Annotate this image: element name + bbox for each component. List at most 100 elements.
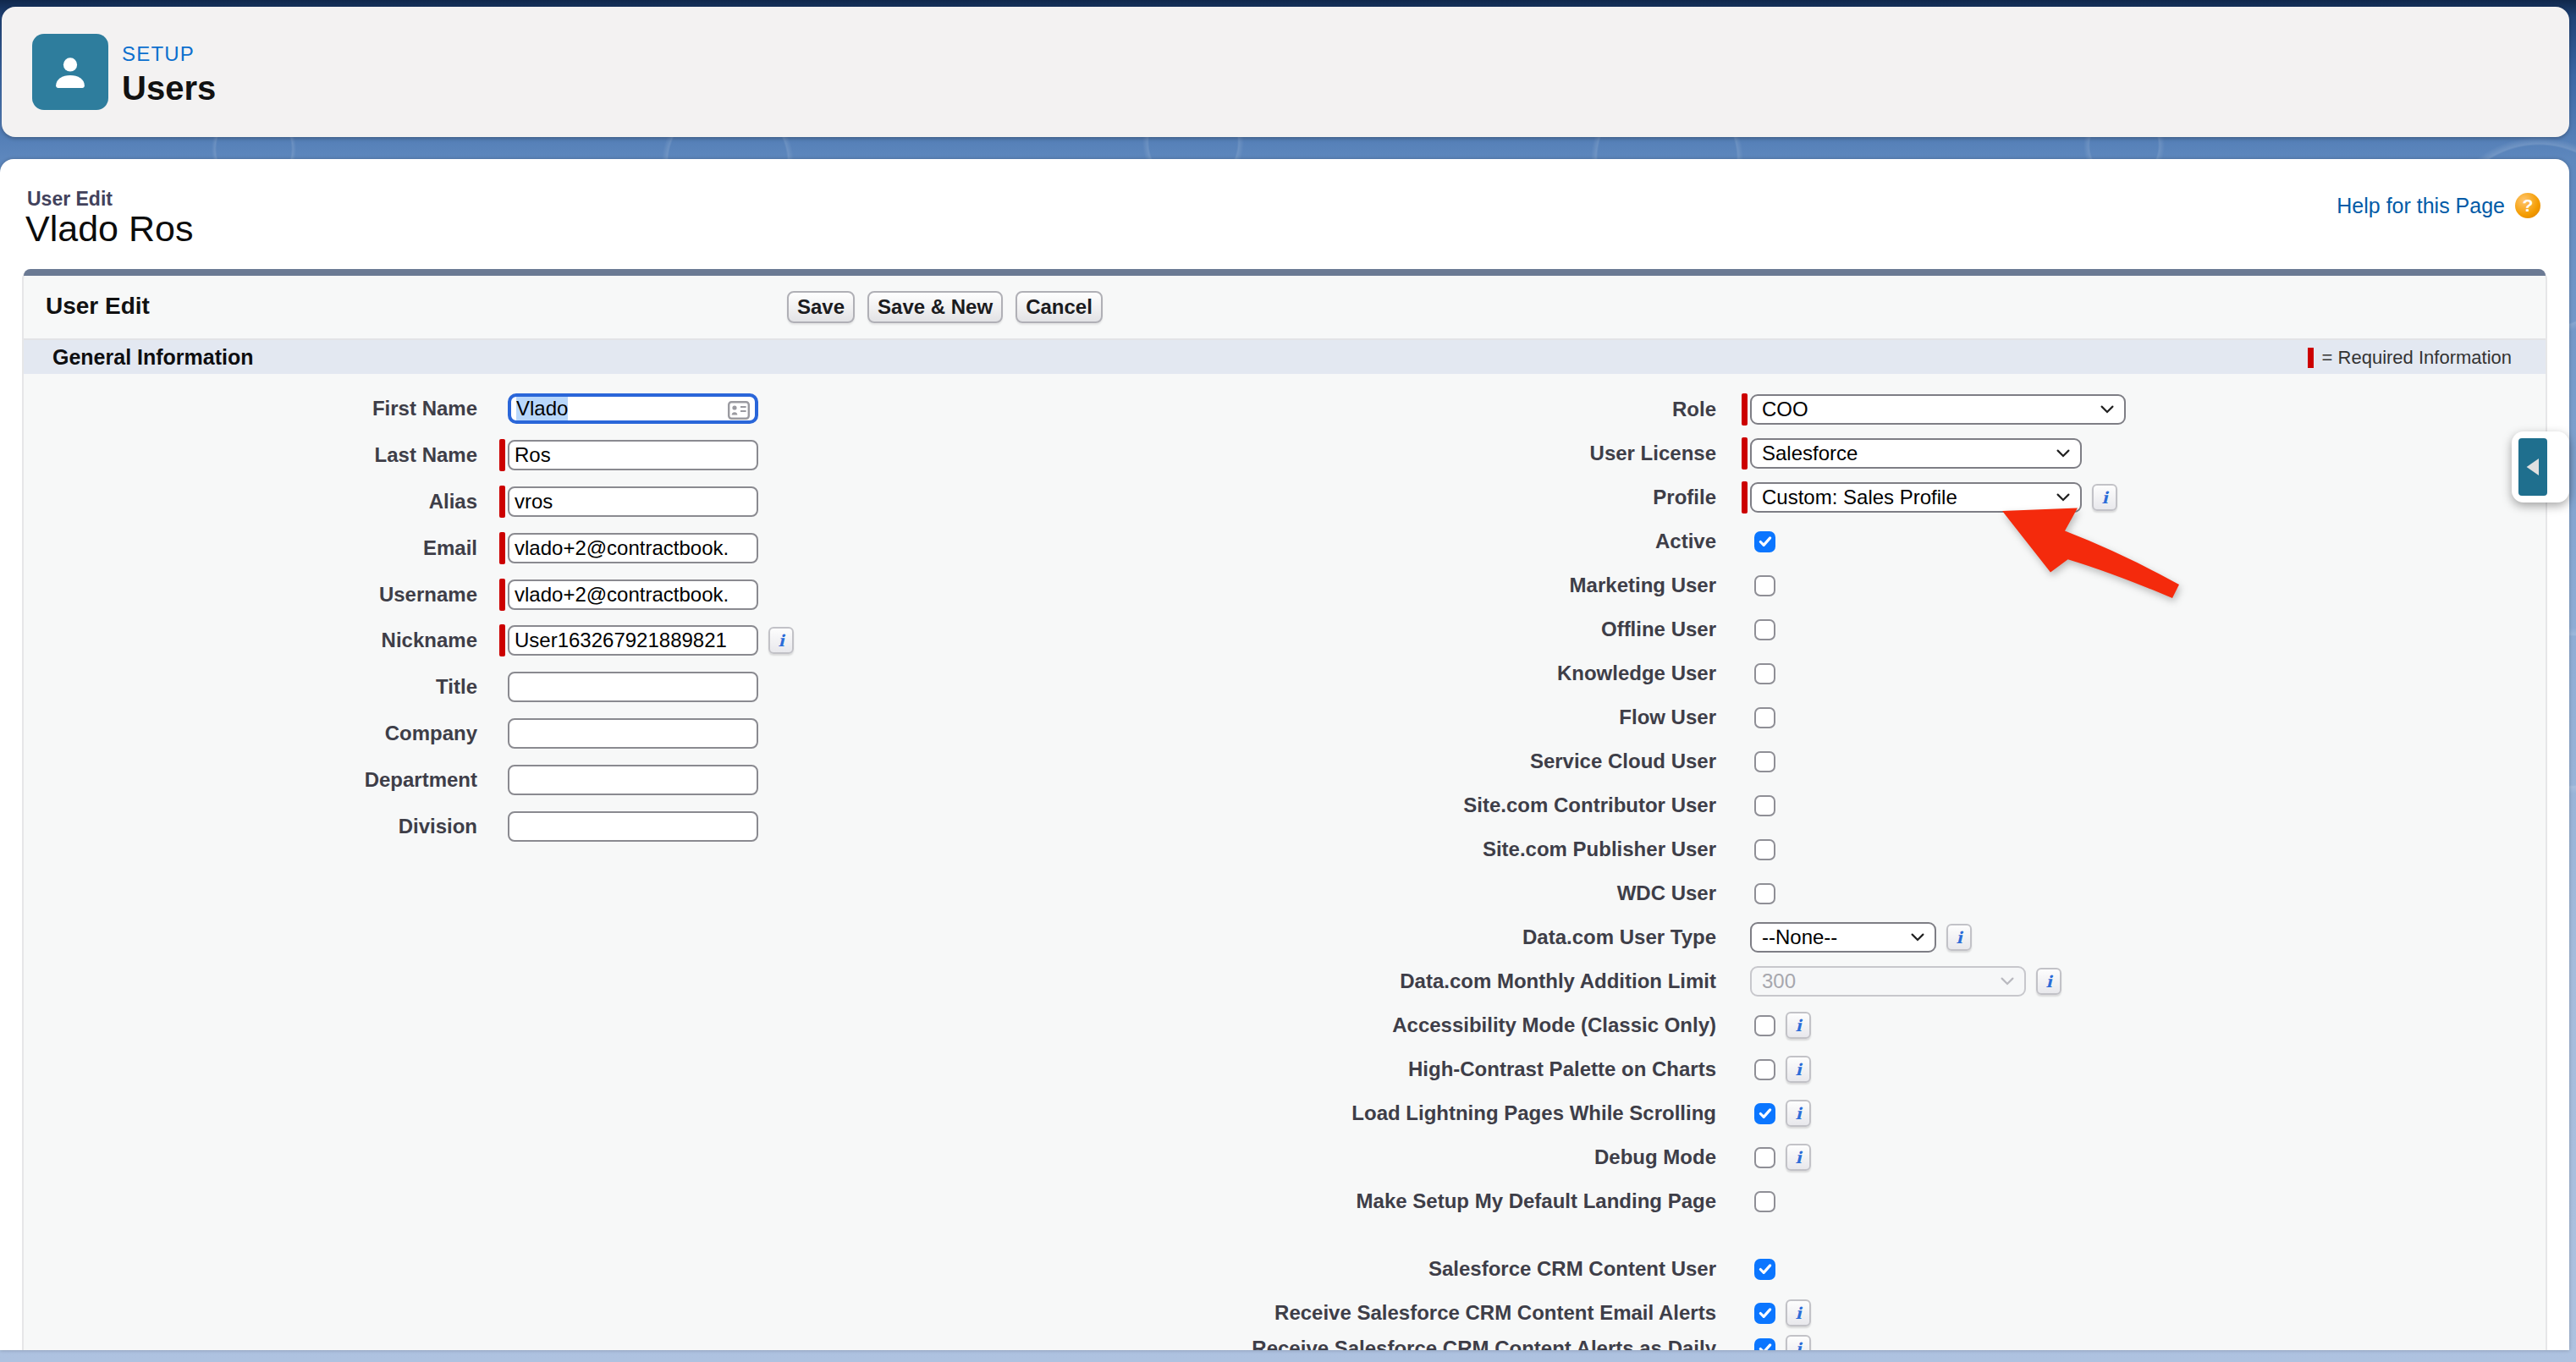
form-row: Receive Salesforce CRM Content Alerts as… — [24, 1326, 2546, 1350]
collapse-left-icon — [2518, 438, 2547, 496]
field-label: Receive Salesforce CRM Content Email Ale… — [24, 1301, 1716, 1325]
help-area: Help for this Page ? — [2337, 193, 2540, 218]
info-icon[interactable]: i — [1786, 1056, 1811, 1083]
setup-header-card: SETUP Users — [2, 7, 2569, 137]
select-value: Custom: Sales Profile — [1762, 486, 1957, 509]
field-label: Debug Mode — [24, 1145, 1716, 1169]
make-setup-my-default-landing-page-checkbox[interactable] — [1754, 1191, 1775, 1212]
required-indicator — [1742, 393, 1748, 426]
flow-user-checkbox[interactable] — [1754, 707, 1775, 728]
field-label: Offline User — [24, 618, 1716, 641]
active-checkbox[interactable] — [1754, 531, 1775, 552]
field-label: Active — [24, 530, 1716, 553]
cancel-button[interactable]: Cancel — [1016, 291, 1103, 323]
chevron-down-icon — [2056, 493, 2070, 502]
receive-salesforce-crm-content-alerts-as-daily-checkbox[interactable] — [1754, 1338, 1775, 1351]
user-license-select[interactable]: Salesforce — [1750, 438, 2082, 469]
help-question-icon[interactable]: ? — [2515, 193, 2540, 218]
salesforce-crm-content-user-checkbox[interactable] — [1754, 1259, 1775, 1280]
field-label: Load Lightning Pages While Scrolling — [24, 1101, 1716, 1125]
form-top-accent-bar — [24, 269, 2546, 276]
info-icon[interactable]: i — [2092, 484, 2117, 511]
field-label: Salesforce CRM Content User — [24, 1257, 1716, 1281]
select-value: --None-- — [1762, 925, 1837, 949]
form-row: Flow User — [24, 695, 2546, 739]
section-title: General Information — [52, 345, 254, 370]
info-icon[interactable]: i — [1786, 1144, 1811, 1171]
info-icon[interactable]: i — [1786, 1012, 1811, 1039]
required-indicator — [1742, 437, 1748, 470]
service-cloud-user-checkbox[interactable] — [1754, 751, 1775, 772]
record-type-label: User Edit — [27, 188, 113, 211]
knowledge-user-checkbox[interactable] — [1754, 663, 1775, 684]
role-select[interactable]: COO — [1750, 394, 2126, 425]
save-new-button[interactable]: Save & New — [867, 291, 1003, 323]
field-label: Marketing User — [24, 574, 1716, 597]
form-row: Site.com Publisher User — [24, 827, 2546, 871]
info-icon[interactable]: i — [1786, 1335, 1811, 1350]
field-label: Knowledge User — [24, 662, 1716, 685]
form-row: Active — [24, 519, 2546, 563]
field-label: Role — [24, 398, 1716, 421]
form-row: Service Cloud User — [24, 739, 2546, 783]
field-label: Profile — [24, 486, 1716, 509]
marketing-user-checkbox[interactable] — [1754, 575, 1775, 596]
form-header-row: User Edit Save Save & New Cancel — [24, 276, 2546, 340]
select-value: Salesforce — [1762, 442, 1858, 465]
help-for-this-page-link[interactable]: Help for this Page — [2337, 194, 2505, 218]
field-label: Data.com Monthly Addition Limit — [24, 969, 1716, 993]
form-row: Data.com Monthly Addition Limit 300 i — [24, 959, 2546, 1003]
info-icon[interactable]: i — [1946, 924, 1972, 951]
field-label: Site.com Publisher User — [24, 838, 1716, 861]
select-value: 300 — [1762, 969, 1796, 993]
debug-mode-checkbox[interactable] — [1754, 1147, 1775, 1168]
field-label: Site.com Contributor User — [24, 794, 1716, 817]
sidebar-collapse-tab[interactable] — [2512, 431, 2569, 503]
chevron-down-icon — [1911, 933, 1924, 942]
form-row: Debug Mode i — [24, 1135, 2546, 1179]
user-edit-form-block: User Edit Save Save & New Cancel General I… — [22, 269, 2547, 1350]
info-icon[interactable]: i — [1786, 1100, 1811, 1127]
form-row: Data.com User Type --None-- i — [24, 915, 2546, 959]
form-row: User LicenseSalesforce — [24, 431, 2546, 475]
info-icon[interactable]: i — [1786, 1299, 1811, 1326]
form-row: High-Contrast Palette on Chartsi — [24, 1047, 2546, 1091]
accessibility-mode-classic-only--checkbox[interactable] — [1754, 1015, 1775, 1036]
info-icon[interactable]: i — [2036, 968, 2061, 995]
form-row: Salesforce CRM Content User — [24, 1247, 2546, 1291]
required-legend-text: = Required Information — [2322, 347, 2512, 369]
field-label: Service Cloud User — [24, 750, 1716, 773]
required-legend: = Required Information — [2308, 347, 2512, 369]
form-row: WDC User — [24, 871, 2546, 915]
field-label: Accessibility Mode (Classic Only) — [24, 1013, 1716, 1037]
field-label: Make Setup My Default Landing Page — [24, 1189, 1716, 1213]
offline-user-checkbox[interactable] — [1754, 619, 1775, 640]
field-label: Data.com User Type — [24, 925, 1716, 949]
high-contrast-palette-on-charts-checkbox[interactable] — [1754, 1059, 1775, 1080]
site-com-publisher-user-checkbox[interactable] — [1754, 839, 1775, 860]
field-label: Flow User — [24, 706, 1716, 729]
users-icon — [32, 34, 108, 110]
receive-salesforce-crm-content-email-alerts-checkbox[interactable] — [1754, 1303, 1775, 1324]
record-name: Vlado Ros — [25, 208, 193, 250]
section-header: General Information = Required Informati… — [24, 340, 2546, 374]
form-title: User Edit — [46, 293, 150, 320]
form-row: Offline User — [24, 607, 2546, 651]
select-value: COO — [1762, 398, 1808, 421]
required-indicator — [2308, 348, 2314, 368]
save-button[interactable]: Save — [787, 291, 855, 323]
salesforce-setup-user-edit-page: SETUP Users User Edit Vlado Ros Help for… — [0, 0, 2576, 1362]
profile-select[interactable]: Custom: Sales Profile — [1750, 482, 2082, 513]
data-com-monthly-addition-limit-select: 300 — [1750, 966, 2026, 997]
field-label: WDC User — [24, 881, 1716, 905]
form-row: Profile Custom: Sales Profile i — [24, 475, 2546, 519]
data-com-user-type-select[interactable]: --None-- — [1750, 922, 1936, 953]
site-com-contributor-user-checkbox[interactable] — [1754, 795, 1775, 816]
required-indicator — [1742, 481, 1748, 513]
form-row: Site.com Contributor User — [24, 783, 2546, 827]
load-lightning-pages-while-scrolling-checkbox[interactable] — [1754, 1103, 1775, 1124]
content-card: User Edit Vlado Ros Help for this Page ?… — [0, 159, 2569, 1350]
wdc-user-checkbox[interactable] — [1754, 883, 1775, 904]
setup-eyebrow: SETUP — [122, 42, 195, 66]
page-title: Users — [122, 69, 216, 107]
